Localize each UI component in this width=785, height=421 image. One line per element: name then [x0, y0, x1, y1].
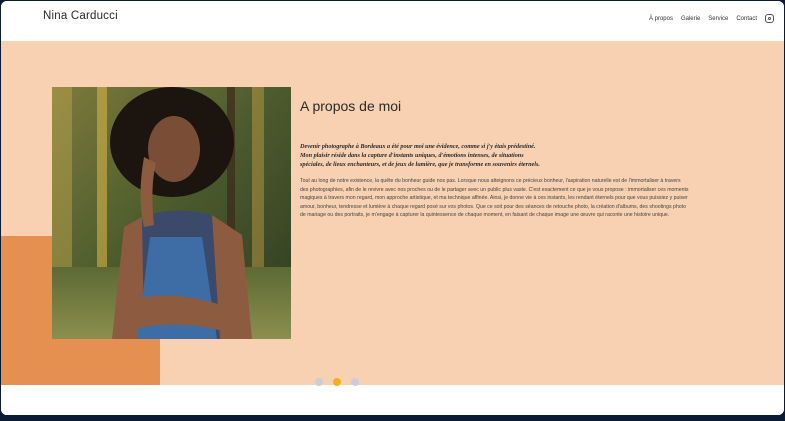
nav-link-contact[interactable]: Contact [736, 16, 757, 22]
portrait-image [52, 87, 291, 339]
site-header: Nina Carducci À propos Galerie Service C… [1, 1, 784, 41]
lead-line: Devenir photographe à Bordeaux a été pou… [300, 143, 536, 150]
about-lead: Devenir photographe à Bordeaux a été pou… [300, 142, 600, 169]
main-nav: À propos Galerie Service Contact [649, 14, 774, 23]
instagram-icon[interactable] [765, 14, 774, 23]
portrait-photo [52, 87, 291, 339]
carousel-dot[interactable] [315, 378, 323, 386]
nav-link-gallery[interactable]: Galerie [681, 16, 700, 22]
about-title: A propos de moi [300, 98, 402, 114]
nav-link-about[interactable]: À propos [649, 16, 673, 22]
lead-line: Mon plaisir réside dans la capture d'ins… [300, 152, 524, 159]
page-footer [1, 385, 784, 415]
site-brand[interactable]: Nina Carducci [43, 10, 118, 22]
carousel-indicators [315, 378, 359, 386]
about-section: A propos de moi Devenir photographe à Bo… [1, 41, 784, 385]
carousel-dot[interactable] [351, 378, 359, 386]
about-body: Tout au long de notre existence, la quêt… [300, 178, 689, 219]
lead-line: spéciales, de lieux enchanteurs, et de j… [300, 161, 540, 168]
browser-viewport: Nina Carducci À propos Galerie Service C… [1, 1, 784, 415]
nav-link-service[interactable]: Service [708, 16, 728, 22]
carousel-dot-active[interactable] [333, 378, 341, 386]
